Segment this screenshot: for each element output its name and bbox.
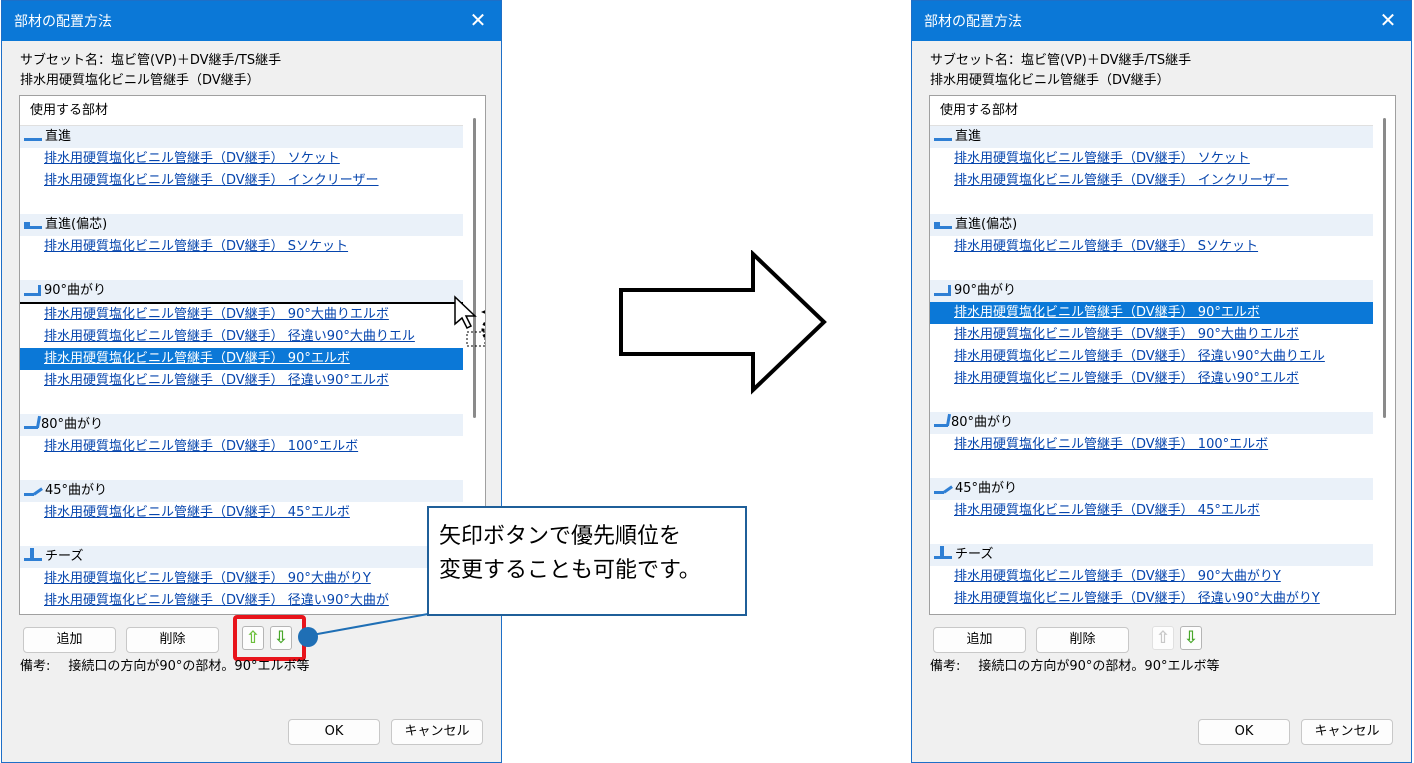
subset-info: サブセット名：塩ビ管(VP)＋DV継手/TS継手 排水用硬質塩化ビニル管継手（D… [930, 51, 1191, 91]
list-item[interactable]: 排水用硬質塩化ビニル管継手（DV継手） 90°大曲りエルボ [930, 324, 1373, 346]
list-item[interactable]: 排水用硬質塩化ビニル管継手（DV継手） ソケット [930, 148, 1373, 170]
ok-button[interactable]: OK [288, 719, 380, 745]
bend-90-icon [934, 285, 951, 296]
dialog-title: 部材の配置方法 [14, 14, 112, 30]
list-item-selected[interactable]: 排水用硬質塩化ビニル管継手（DV継手） 90°エルボ [930, 302, 1373, 324]
scrollbar-thumb[interactable] [473, 118, 476, 418]
category-tee: チーズ [20, 546, 463, 568]
category-bend45: 45°曲がり [20, 480, 463, 502]
dialog-title: 部材の配置方法 [924, 14, 1022, 30]
offset-pipe-icon [24, 220, 42, 229]
list-item[interactable]: 排水用硬質塩化ビニル管継手（DV継手） ソケット [20, 148, 463, 170]
bend-90-icon [24, 285, 41, 296]
delete-button[interactable]: 削除 [126, 627, 219, 653]
straight-pipe-icon [24, 132, 42, 141]
bend-80-icon [934, 418, 948, 427]
dialog-before: 部材の配置方法 ✕ サブセット名：塩ビ管(VP)＋DV継手/TS継手 排水用硬質… [1, 0, 502, 763]
list-item[interactable]: 排水用硬質塩化ビニル管継手（DV継手） 90°大曲りエルボ [20, 302, 463, 326]
add-button[interactable]: 追加 [23, 627, 116, 653]
close-icon[interactable]: ✕ [1377, 9, 1399, 31]
bend-80-icon [24, 420, 38, 429]
parts-list[interactable]: 使用する部材 直進 排水用硬質塩化ビニル管継手（DV継手） ソケット 排水用硬質… [19, 95, 486, 615]
list-header: 使用する部材 [930, 96, 1395, 126]
category-straight: 直進 [20, 126, 463, 148]
list-item[interactable]: 排水用硬質塩化ビニル管継手（DV継手） 100°エルボ [20, 436, 463, 458]
ok-button[interactable]: OK [1198, 719, 1290, 745]
category-bend80: 80°曲がり [930, 412, 1373, 434]
cancel-button[interactable]: キャンセル [391, 719, 483, 745]
callout: 矢印ボタンで優先順位を 変更することも可能です。 [427, 506, 747, 616]
dialog-after: 部材の配置方法 ✕ サブセット名：塩ビ管(VP)＋DV継手/TS継手 排水用硬質… [911, 0, 1412, 763]
subset-description: 排水用硬質塩化ビニル管継手（DV継手） [20, 73, 260, 88]
list-item[interactable]: 排水用硬質塩化ビニル管継手（DV継手） Sソケット [20, 236, 463, 258]
title-bar: 部材の配置方法 ✕ [912, 1, 1411, 41]
list-item[interactable]: 排水用硬質塩化ビニル管継手（DV継手） 90°大曲がりY [20, 568, 463, 590]
list-item[interactable]: 排水用硬質塩化ビニル管継手（DV継手） Sソケット [930, 236, 1373, 258]
move-down-button[interactable]: ⇩ [1180, 626, 1202, 650]
note: 備考: 接続口の方向が90°の部材。90°エルボ等 [20, 659, 310, 674]
drag-cursor-icon [454, 295, 485, 347]
transition-arrow-icon [619, 250, 827, 395]
list-item[interactable]: 排水用硬質塩化ビニル管継手（DV継手） 100°エルボ [930, 434, 1373, 456]
list-item[interactable]: 排水用硬質塩化ビニル管継手（DV継手） 90°大曲がりY [930, 566, 1373, 588]
list-item[interactable]: 排水用硬質塩化ビニル管継手（DV継手） 径違い90°大曲がりY [930, 588, 1373, 610]
offset-pipe-icon [934, 220, 952, 229]
list-item[interactable]: 排水用硬質塩化ビニル管継手（DV継手） 45°エルボ [20, 502, 463, 524]
category-offset: 直進(偏芯) [930, 214, 1373, 236]
list-item[interactable]: 排水用硬質塩化ビニル管継手（DV継手） インクリーザー [20, 170, 463, 192]
subset-info: サブセット名：塩ビ管(VP)＋DV継手/TS継手 排水用硬質塩化ビニル管継手（D… [20, 51, 281, 91]
list-header: 使用する部材 [20, 96, 485, 126]
bend-45-icon [24, 486, 42, 496]
cancel-button[interactable]: キャンセル [1301, 719, 1393, 745]
tee-icon [934, 546, 952, 559]
category-bend80: 80°曲がり [20, 414, 463, 436]
category-offset: 直進(偏芯) [20, 214, 463, 236]
list-item[interactable]: 排水用硬質塩化ビニル管継手（DV継手） 径違い90°エルボ [20, 370, 463, 392]
list-item[interactable]: 排水用硬質塩化ビニル管継手（DV継手） 45°エルボ [930, 500, 1373, 522]
delete-button[interactable]: 削除 [1036, 627, 1129, 653]
move-up-button[interactable]: ⇧ [1152, 626, 1174, 650]
category-bend90: 90°曲がり [20, 280, 463, 302]
subset-name: サブセット名：塩ビ管(VP)＋DV継手/TS継手 [930, 53, 1192, 68]
category-straight: 直進 [930, 126, 1373, 148]
subset-name: サブセット名：塩ビ管(VP)＋DV継手/TS継手 [20, 53, 282, 68]
bend-45-icon [934, 484, 952, 494]
category-tee: チーズ [930, 544, 1373, 566]
list-item[interactable]: 排水用硬質塩化ビニル管継手（DV継手） 径違い90°エルボ [930, 368, 1373, 390]
list-item[interactable]: 排水用硬質塩化ビニル管継手（DV継手） 径違い90°大曲りエル [20, 326, 463, 348]
tee-icon [24, 548, 42, 561]
category-bend45: 45°曲がり [930, 478, 1373, 500]
add-button[interactable]: 追加 [933, 627, 1026, 653]
note: 備考: 接続口の方向が90°の部材。90°エルボ等 [930, 659, 1220, 674]
scrollbar[interactable] [1373, 96, 1395, 614]
list-item-selected[interactable]: 排水用硬質塩化ビニル管継手（DV継手） 90°エルボ [20, 348, 463, 370]
title-bar: 部材の配置方法 ✕ [2, 1, 501, 41]
list-item[interactable]: 排水用硬質塩化ビニル管継手（DV継手） インクリーザー [930, 170, 1373, 192]
straight-pipe-icon [934, 132, 952, 141]
parts-list[interactable]: 使用する部材 直進 排水用硬質塩化ビニル管継手（DV継手） ソケット 排水用硬質… [929, 95, 1396, 615]
close-icon[interactable]: ✕ [467, 9, 489, 31]
list-item[interactable]: 排水用硬質塩化ビニル管継手（DV継手） 径違い90°大曲りエル [930, 346, 1373, 368]
scrollbar-thumb[interactable] [1383, 118, 1386, 418]
category-bend90: 90°曲がり [930, 280, 1373, 302]
callout-connector [311, 613, 429, 636]
subset-description: 排水用硬質塩化ビニル管継手（DV継手） [930, 73, 1170, 88]
